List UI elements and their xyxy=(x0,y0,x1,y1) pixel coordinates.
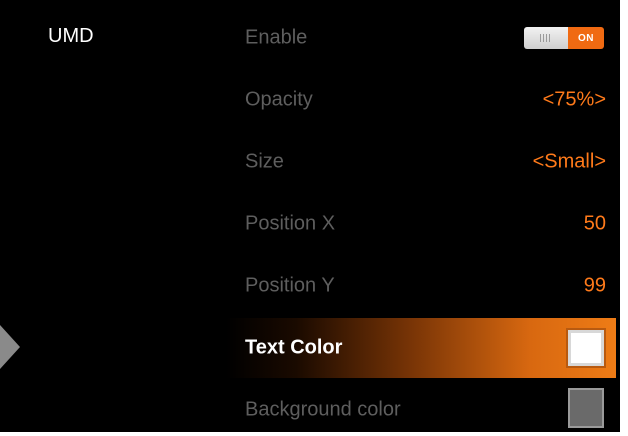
frame-border-right xyxy=(620,0,628,436)
umd-settings-screen: UMD Enable ON Opacity <75%> Size <Small>… xyxy=(0,0,628,436)
menu-item-position-x[interactable]: Position X 50 xyxy=(226,194,616,254)
grip-icon xyxy=(540,34,552,42)
position-x-value[interactable]: 50 xyxy=(584,213,606,236)
opacity-value[interactable]: <75%> xyxy=(543,89,606,112)
menu-item-background-color[interactable]: Background color xyxy=(226,386,616,436)
menu-item-label: Background color xyxy=(245,398,401,421)
menu-item-text-color[interactable]: Text Color xyxy=(226,318,616,378)
menu-item-label: Opacity xyxy=(245,88,313,111)
menu-item-opacity[interactable]: Opacity <75%> xyxy=(226,70,616,130)
menu-item-label: Enable xyxy=(245,26,308,49)
text-color-swatch[interactable] xyxy=(566,328,606,368)
menu-item-size[interactable]: Size <Small> xyxy=(226,132,616,192)
menu-item-label: Position X xyxy=(245,212,336,235)
toggle-knob xyxy=(524,27,568,49)
frame-border-bottom xyxy=(0,432,628,436)
menu-item-label: Text Color xyxy=(245,336,343,359)
left-arrow-icon[interactable] xyxy=(0,325,20,369)
enable-toggle[interactable]: ON xyxy=(524,27,604,49)
menu-item-label: Position Y xyxy=(245,274,335,297)
menu-item-label: Size xyxy=(245,150,284,173)
menu-item-position-y[interactable]: Position Y 99 xyxy=(226,256,616,316)
position-y-value[interactable]: 99 xyxy=(584,275,606,298)
background-color-swatch[interactable] xyxy=(568,388,604,428)
section-title: UMD xyxy=(48,25,94,47)
menu-item-enable[interactable]: Enable ON xyxy=(226,8,616,68)
size-value[interactable]: <Small> xyxy=(533,151,606,174)
toggle-state-label: ON xyxy=(568,27,604,49)
